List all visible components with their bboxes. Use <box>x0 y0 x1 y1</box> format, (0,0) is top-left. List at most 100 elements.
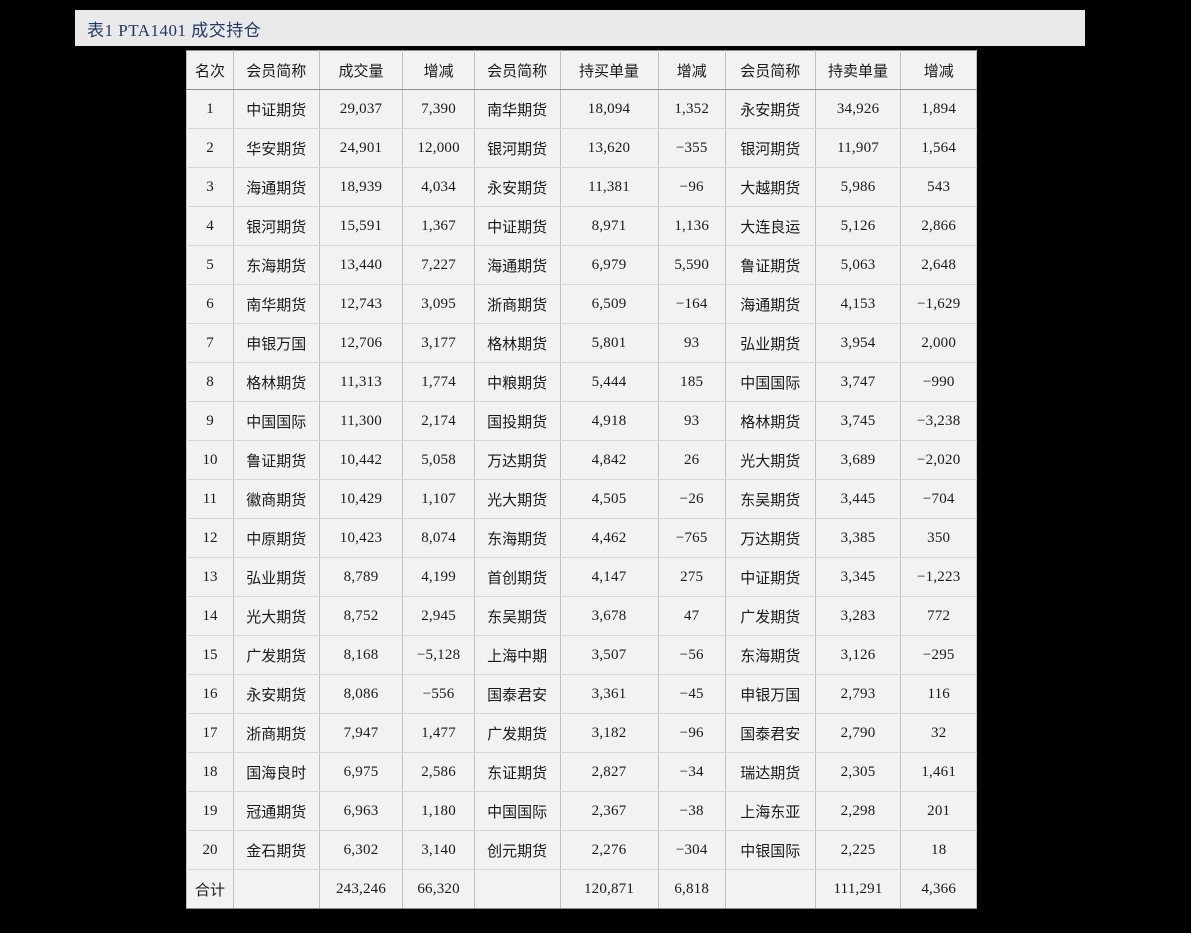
value-cell: 47 <box>658 596 726 636</box>
value-cell: 6,302 <box>319 830 404 870</box>
value-cell: 10,429 <box>319 479 404 519</box>
value-cell: 13,620 <box>560 128 659 168</box>
value-cell: −45 <box>658 674 726 714</box>
value-cell: 772 <box>900 596 977 636</box>
member-name-cell: 格林期货 <box>474 323 561 363</box>
table-row: 4 银河期货 15,591 1,367 中证期货 8,971 1,136 大连良运 5,126 2… <box>186 206 977 246</box>
member-name-cell: 金石期货 <box>233 830 320 870</box>
rank-cell: 9 <box>186 401 234 441</box>
value-cell: −990 <box>900 362 977 402</box>
value-cell: 18,939 <box>319 167 404 207</box>
member-name-cell: 东海期货 <box>725 635 816 675</box>
member-name-cell: 中原期货 <box>233 518 320 558</box>
member-name-cell: 鲁证期货 <box>725 245 816 285</box>
rank-cell: 6 <box>186 284 234 324</box>
value-cell: −704 <box>900 479 977 519</box>
member-name-cell: 上海中期 <box>474 635 561 675</box>
member-name-cell: 东吴期货 <box>725 479 816 519</box>
table-row: 8 格林期货 11,313 1,774 中粮期货 5,444 185 中国国际 3,747 −99… <box>186 362 977 402</box>
member-name-cell: 格林期货 <box>233 362 320 402</box>
value-cell: 201 <box>900 791 977 831</box>
member-name-cell: 光大期货 <box>474 479 561 519</box>
value-cell: 10,423 <box>319 518 404 558</box>
member-name-cell: 国泰君安 <box>474 674 561 714</box>
value-cell: 543 <box>900 167 977 207</box>
member-name-cell: 华安期货 <box>233 128 320 168</box>
value-cell: 3,445 <box>815 479 902 519</box>
value-cell: 5,063 <box>815 245 902 285</box>
member-name-cell: 大越期货 <box>725 167 816 207</box>
value-cell: 350 <box>900 518 977 558</box>
table-row: 16 永安期货 8,086 −556 国泰君安 3,361 −45 申银万国 2,793 116 <box>186 674 977 714</box>
table-row: 18 国海良时 6,975 2,586 东证期货 2,827 −34 瑞达期货 2,305 1,4… <box>186 752 977 792</box>
table-row: 1 中证期货 29,037 7,390 南华期货 18,094 1,352 永安期货 34,92… <box>186 89 977 129</box>
member-name-cell: 南华期货 <box>233 284 320 324</box>
value-cell: 3,126 <box>815 635 902 675</box>
rank-cell: 15 <box>186 635 234 675</box>
value-cell: 2,648 <box>900 245 977 285</box>
value-cell: −96 <box>658 167 726 207</box>
value-cell: 93 <box>658 401 726 441</box>
column-header: 增减 <box>658 50 726 90</box>
value-cell: 4,842 <box>560 440 659 480</box>
value-cell: 4,147 <box>560 557 659 597</box>
table-row: 14 光大期货 8,752 2,945 东吴期货 3,678 47 广发期货 3,283 772 <box>186 596 977 636</box>
value-cell: 18,094 <box>560 89 659 129</box>
member-name-cell: 广发期货 <box>474 713 561 753</box>
value-cell: 6,509 <box>560 284 659 324</box>
member-name-cell: 永安期货 <box>725 89 816 129</box>
value-cell: 8,752 <box>319 596 404 636</box>
value-cell: 2,586 <box>402 752 475 792</box>
value-cell: 8,074 <box>402 518 475 558</box>
member-name-cell: 国泰君安 <box>725 713 816 753</box>
rank-cell: 14 <box>186 596 234 636</box>
rank-cell: 16 <box>186 674 234 714</box>
value-cell: 116 <box>900 674 977 714</box>
value-cell: 2,276 <box>560 830 659 870</box>
member-name-cell: 光大期货 <box>725 440 816 480</box>
value-cell: 11,381 <box>560 167 659 207</box>
value-cell: 1,367 <box>402 206 475 246</box>
value-cell: 5,444 <box>560 362 659 402</box>
rank-cell: 1 <box>186 89 234 129</box>
member-name-cell: 创元期货 <box>474 830 561 870</box>
rank-cell: 17 <box>186 713 234 753</box>
value-cell: −295 <box>900 635 977 675</box>
value-cell: −34 <box>658 752 726 792</box>
rank-cell: 13 <box>186 557 234 597</box>
value-cell: 3,745 <box>815 401 902 441</box>
member-name-cell: 浙商期货 <box>474 284 561 324</box>
value-cell: 2,305 <box>815 752 902 792</box>
rank-cell: 19 <box>186 791 234 831</box>
total-value-cell <box>725 869 816 909</box>
value-cell: 3,507 <box>560 635 659 675</box>
value-cell: 8,789 <box>319 557 404 597</box>
value-cell: −5,128 <box>402 635 475 675</box>
member-name-cell: 中证期货 <box>233 89 320 129</box>
value-cell: 11,313 <box>319 362 404 402</box>
table-row: 3 海通期货 18,939 4,034 永安期货 11,381 −96 大越期货 5,986 54… <box>186 167 977 207</box>
rank-cell: 2 <box>186 128 234 168</box>
value-cell: 2,866 <box>900 206 977 246</box>
value-cell: 3,283 <box>815 596 902 636</box>
value-cell: 5,801 <box>560 323 659 363</box>
value-cell: 7,227 <box>402 245 475 285</box>
member-name-cell: 格林期货 <box>725 401 816 441</box>
member-name-cell: 中国国际 <box>725 362 816 402</box>
value-cell: 8,086 <box>319 674 404 714</box>
value-cell: 1,352 <box>658 89 726 129</box>
value-cell: 10,442 <box>319 440 404 480</box>
value-cell: 3,095 <box>402 284 475 324</box>
value-cell: −56 <box>658 635 726 675</box>
member-name-cell: 弘业期货 <box>725 323 816 363</box>
column-header: 增减 <box>402 50 475 90</box>
member-name-cell: 中证期货 <box>474 206 561 246</box>
member-name-cell: 冠通期货 <box>233 791 320 831</box>
member-name-cell: 国海良时 <box>233 752 320 792</box>
value-cell: −164 <box>658 284 726 324</box>
value-cell: 34,926 <box>815 89 902 129</box>
table-row: 5 东海期货 13,440 7,227 海通期货 6,979 5,590 鲁证期货 5,063 2… <box>186 245 977 285</box>
value-cell: 1,564 <box>900 128 977 168</box>
value-cell: 3,177 <box>402 323 475 363</box>
column-header: 持卖单量 <box>815 50 902 90</box>
